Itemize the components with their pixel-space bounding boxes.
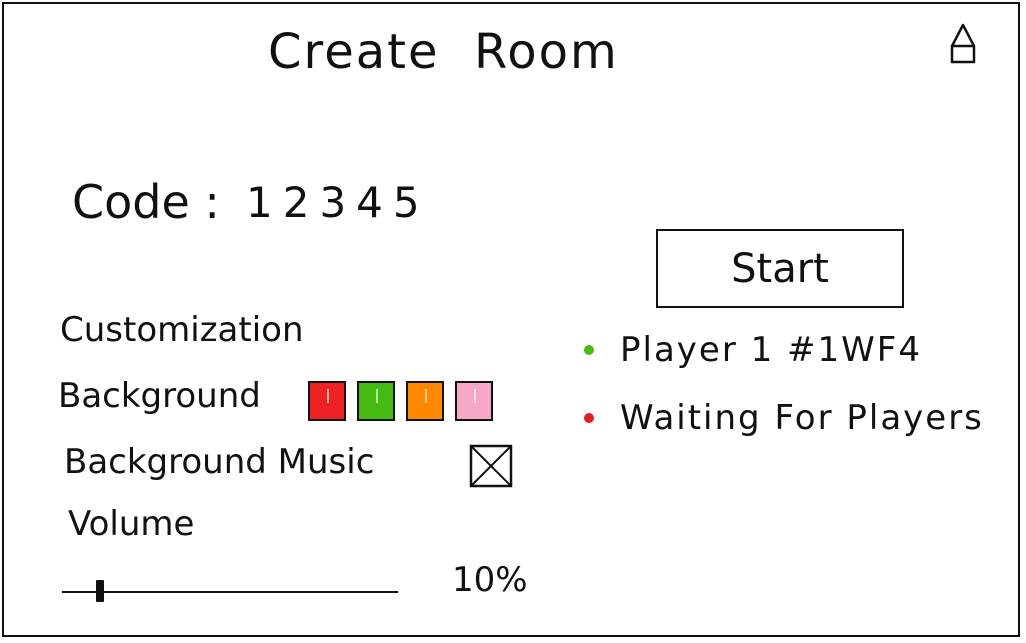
volume-slider[interactable] <box>62 578 402 608</box>
volume-slider-track <box>62 591 398 593</box>
background-music-label: Background Music <box>64 442 375 482</box>
background-label: Background <box>58 376 261 416</box>
home-icon[interactable] <box>948 22 978 66</box>
background-swatches <box>308 381 493 421</box>
background-swatch-pink[interactable] <box>455 381 493 421</box>
page-title: Create Room <box>268 24 619 80</box>
customization-heading: Customization <box>60 310 304 350</box>
volume-value: 10% <box>452 560 528 600</box>
room-code-label: Code : <box>72 175 220 229</box>
background-swatch-red[interactable] <box>308 381 346 421</box>
start-button[interactable]: Start <box>656 229 904 308</box>
player-list-item: Waiting For Players <box>584 398 984 438</box>
status-dot <box>584 345 594 355</box>
room-code-value: 12345 <box>246 178 430 227</box>
volume-label: Volume <box>68 504 195 544</box>
player-name: Player 1 #1WF4 <box>620 330 922 370</box>
background-music-checkbox[interactable] <box>469 444 513 488</box>
volume-slider-handle[interactable] <box>95 580 104 602</box>
waiting-status: Waiting For Players <box>620 398 984 438</box>
background-swatch-orange[interactable] <box>406 381 444 421</box>
background-swatch-green[interactable] <box>357 381 395 421</box>
player-list-item: Player 1 #1WF4 <box>584 330 922 370</box>
status-dot <box>584 413 594 423</box>
